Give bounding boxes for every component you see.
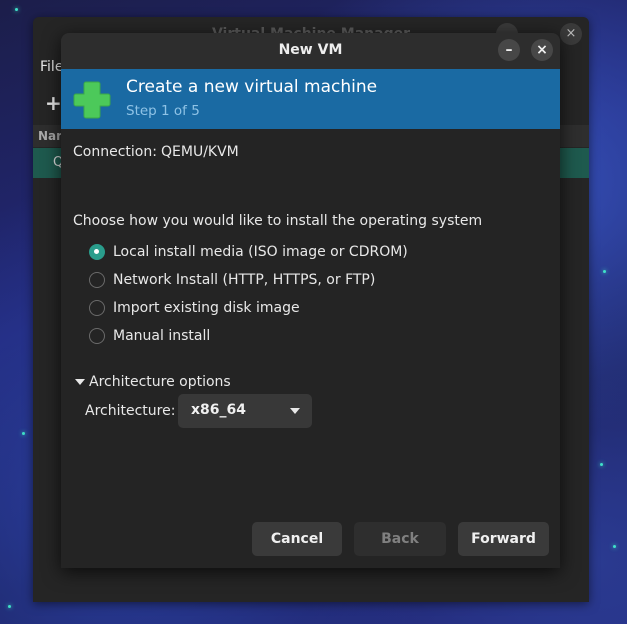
back-button[interactable]: Back: [354, 522, 446, 556]
architecture-label: Architecture:: [85, 403, 176, 419]
radio-import-disk[interactable]: Import existing disk image: [89, 297, 300, 319]
radio-button[interactable]: [89, 328, 105, 344]
radio-manual-install[interactable]: Manual install: [89, 325, 210, 347]
background-close-icon[interactable]: ×: [560, 23, 582, 45]
radio-button[interactable]: [89, 300, 105, 316]
banner-step: Step 1 of 5: [126, 103, 200, 119]
cancel-button[interactable]: Cancel: [252, 522, 342, 556]
star-decoration: [600, 463, 603, 466]
dialog-titlebar[interactable]: New VM – ×: [61, 33, 560, 69]
triangle-down-icon: [75, 379, 85, 385]
radio-network-install[interactable]: Network Install (HTTP, HTTPS, or FTP): [89, 269, 375, 291]
minimize-icon[interactable]: –: [498, 39, 520, 61]
radio-button[interactable]: [89, 272, 105, 288]
star-decoration: [22, 432, 25, 435]
header-banner: Create a new virtual machine Step 1 of 5: [61, 69, 560, 129]
radio-label: Local install media (ISO image or CDROM): [113, 244, 408, 260]
new-vm-dialog: New VM – × Create a new virtual machine …: [61, 33, 560, 568]
architecture-options-expander[interactable]: Architecture options: [75, 374, 231, 390]
star-decoration: [613, 545, 616, 548]
chevron-down-icon: [290, 408, 300, 414]
architecture-options-label: Architecture options: [89, 374, 231, 390]
dialog-title: New VM: [278, 42, 343, 58]
radio-label: Network Install (HTTP, HTTPS, or FTP): [113, 272, 376, 288]
architecture-dropdown[interactable]: x86_64: [178, 394, 312, 428]
radio-label: Import existing disk image: [113, 300, 300, 316]
menu-file[interactable]: File: [40, 59, 63, 75]
star-decoration: [15, 8, 18, 11]
star-decoration: [8, 605, 11, 608]
star-decoration: [603, 270, 606, 273]
banner-title: Create a new virtual machine: [126, 77, 378, 97]
forward-button[interactable]: Forward: [458, 522, 549, 556]
connection-label: Connection:: [73, 144, 157, 160]
radio-label: Manual install: [113, 328, 211, 344]
new-vm-plus-icon[interactable]: +: [45, 91, 62, 115]
install-method-prompt: Choose how you would like to install the…: [73, 213, 483, 229]
radio-local-install[interactable]: Local install media (ISO image or CDROM): [89, 241, 408, 263]
close-icon[interactable]: ×: [531, 39, 553, 61]
architecture-value: x86_64: [191, 402, 246, 418]
connection-value: QEMU/KVM: [161, 144, 239, 160]
radio-button-selected[interactable]: [89, 244, 105, 260]
plus-icon: [73, 81, 111, 119]
